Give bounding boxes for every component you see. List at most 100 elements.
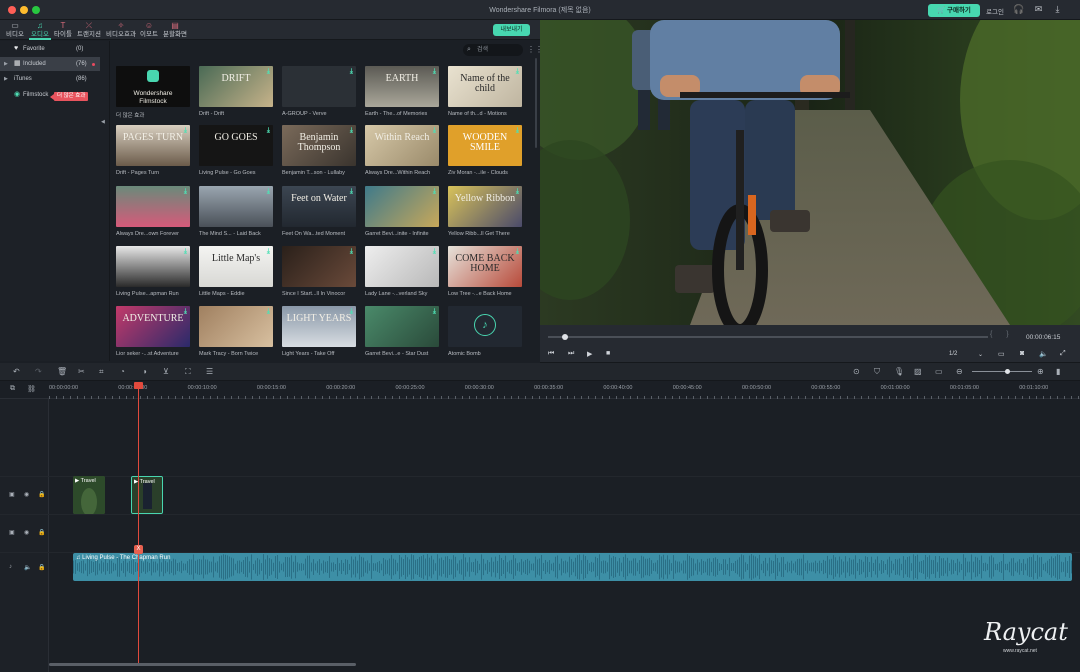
- asset-thumbnail[interactable]: ⤓: [116, 246, 190, 287]
- link-icon[interactable]: ⛓: [27, 385, 36, 393]
- tab-title[interactable]: T 타이틀: [53, 20, 73, 40]
- tab-element[interactable]: ☺ 이모트: [139, 20, 159, 40]
- voiceover-icon[interactable]: ▨: [914, 367, 922, 376]
- panel-collapse-handle[interactable]: ◀: [101, 119, 105, 125]
- skip-back-icon[interactable]: ⏮: [548, 350, 554, 358]
- asset-thumbnail[interactable]: GO GOES ⤓: [199, 125, 273, 166]
- buy-button[interactable]: 🛒 구매하기: [928, 4, 980, 17]
- download-icon[interactable]: ⤓: [350, 68, 353, 76]
- marker-icon[interactable]: ⊻: [163, 367, 169, 376]
- preview-scrubber-knob[interactable]: [562, 334, 568, 340]
- play-icon[interactable]: ▶: [587, 350, 592, 358]
- download-icon[interactable]: ⤓: [1052, 4, 1063, 15]
- download-icon[interactable]: ⤓: [267, 68, 270, 76]
- search-input[interactable]: ⌕ 검색: [463, 44, 523, 56]
- asset-thumbnail[interactable]: ⤓: [282, 246, 356, 287]
- asset-thumbnail[interactable]: Within Reach ⤓: [365, 125, 439, 166]
- library-item-included[interactable]: ▶ ▦ Included (76): [0, 57, 100, 71]
- download-icon[interactable]: ⤓: [350, 248, 353, 256]
- cut-icon[interactable]: ✂: [78, 367, 85, 376]
- tab-audio[interactable]: ♫ 오디오: [29, 20, 51, 40]
- download-icon[interactable]: ⤓: [433, 188, 436, 196]
- asset-thumbnail[interactable]: ⤓: [365, 246, 439, 287]
- download-icon[interactable]: ⤓: [516, 127, 519, 135]
- asset-thumbnail[interactable]: Little Map's ⤓: [199, 246, 273, 287]
- zoom-slider[interactable]: [972, 371, 1032, 372]
- delete-icon[interactable]: 🗑: [57, 367, 67, 376]
- snapshot-icon[interactable]: ◙: [1020, 350, 1024, 357]
- tab-video[interactable]: ▭ 비디오: [4, 20, 26, 40]
- lock-icon[interactable]: 🔒: [38, 529, 45, 536]
- playhead-handle[interactable]: [134, 382, 143, 389]
- download-icon[interactable]: ⤓: [516, 248, 519, 256]
- asset-thumbnail[interactable]: LIGHT YEARS ⤓: [282, 306, 356, 347]
- render-icon[interactable]: ⊙: [853, 367, 860, 376]
- stop-icon[interactable]: ■: [606, 350, 610, 357]
- video-clip[interactable]: ▶ Travel: [73, 476, 105, 514]
- panel-toggle-icon[interactable]: ▮: [1056, 367, 1060, 376]
- zoom-slider-knob[interactable]: [1005, 369, 1010, 374]
- speaker-icon[interactable]: 🔈: [24, 564, 31, 571]
- subtitle-icon[interactable]: ▭: [935, 367, 943, 376]
- download-icon[interactable]: ⤓: [184, 127, 187, 135]
- mail-icon[interactable]: ✉: [1033, 4, 1044, 15]
- shield-icon[interactable]: ⛉: [874, 367, 880, 377]
- chevron-down-icon[interactable]: ⌄: [978, 351, 983, 358]
- asset-thumbnail[interactable]: ⤓: [199, 186, 273, 227]
- asset-thumbnail[interactable]: ⤓: [282, 66, 356, 107]
- asset-thumbnail[interactable]: Name of the child ⤓: [448, 66, 522, 107]
- download-icon[interactable]: ⤓: [516, 68, 519, 76]
- asset-thumbnail[interactable]: PAGES TURN ⤓: [116, 125, 190, 166]
- asset-thumbnail[interactable]: ADVENTURE ⤓: [116, 306, 190, 347]
- download-icon[interactable]: ⤓: [433, 248, 436, 256]
- download-icon[interactable]: ⤓: [267, 127, 270, 135]
- download-icon[interactable]: ⤓: [350, 127, 353, 135]
- asset-thumbnail[interactable]: ⤓: [116, 186, 190, 227]
- download-icon[interactable]: ⤓: [267, 188, 270, 196]
- download-icon[interactable]: ⤓: [267, 308, 270, 316]
- redo-icon[interactable]: ↷: [35, 367, 42, 376]
- tab-transition[interactable]: ⤫ 트랜지션: [76, 20, 102, 40]
- undo-icon[interactable]: ↶: [13, 367, 20, 376]
- lock-icon[interactable]: 🔒: [38, 491, 45, 498]
- library-item-itunes[interactable]: ▶ iTunes (86): [0, 72, 100, 86]
- download-icon[interactable]: ⤓: [516, 188, 519, 196]
- asset-thumbnail[interactable]: Feet on Water ⤓: [282, 186, 356, 227]
- eye-icon[interactable]: ◉: [24, 491, 29, 498]
- tab-split-screen[interactable]: ▤ 분할화면: [162, 20, 188, 40]
- expand-arrow-icon[interactable]: ▶: [4, 72, 8, 86]
- zoom-in-icon[interactable]: ⊕: [1037, 367, 1044, 376]
- download-icon[interactable]: ⤓: [184, 248, 187, 256]
- asset-thumbnail[interactable]: EARTH ⤓: [365, 66, 439, 107]
- download-icon[interactable]: ⤓: [433, 127, 436, 135]
- asset-thumbnail[interactable]: COME BACK HOME ⤓: [448, 246, 522, 287]
- mark-in-out-brackets[interactable]: { }: [990, 331, 1015, 338]
- monitor-icon[interactable]: ▭: [998, 350, 1005, 358]
- quality-select[interactable]: 1/2: [949, 351, 957, 357]
- preview-scrubber[interactable]: [548, 336, 988, 338]
- headset-icon[interactable]: 🎧: [1013, 4, 1024, 15]
- expand-arrow-icon[interactable]: ▶: [4, 57, 8, 71]
- download-icon[interactable]: ⤓: [433, 68, 436, 76]
- asset-thumbnail[interactable]: Yellow Ribbon ⤓: [448, 186, 522, 227]
- asset-scrollbar[interactable]: [535, 58, 537, 148]
- login-link[interactable]: 로그인: [986, 6, 1004, 16]
- asset-thumbnail[interactable]: ⤓: [365, 186, 439, 227]
- fit-icon[interactable]: ⛶: [185, 367, 191, 377]
- zoom-out-icon[interactable]: ⊖: [956, 367, 963, 376]
- lock-icon[interactable]: 🔒: [38, 564, 45, 571]
- export-button[interactable]: 내보내기: [493, 24, 530, 36]
- speed-icon[interactable]: ◔: [120, 367, 125, 376]
- audio-clip[interactable]: ♫ Living Pulse - The Chapman Run: [73, 553, 1072, 581]
- download-icon[interactable]: ⤓: [184, 188, 187, 196]
- download-icon[interactable]: ⤓: [350, 188, 353, 196]
- download-icon[interactable]: ⤓: [267, 248, 270, 256]
- download-icon[interactable]: ⤓: [350, 308, 353, 316]
- asset-thumbnail[interactable]: WOODEN SMILE ⤓: [448, 125, 522, 166]
- asset-thumbnail[interactable]: Wondershare Filmstock: [116, 66, 190, 107]
- add-track-icon[interactable]: ⧉: [10, 385, 15, 393]
- library-item-favorite[interactable]: ♥ Favorite (0): [0, 42, 100, 56]
- play-reverse-icon[interactable]: ⏭: [568, 350, 574, 358]
- download-icon[interactable]: ⤓: [433, 308, 436, 316]
- settings-sliders-icon[interactable]: ☰: [206, 367, 213, 376]
